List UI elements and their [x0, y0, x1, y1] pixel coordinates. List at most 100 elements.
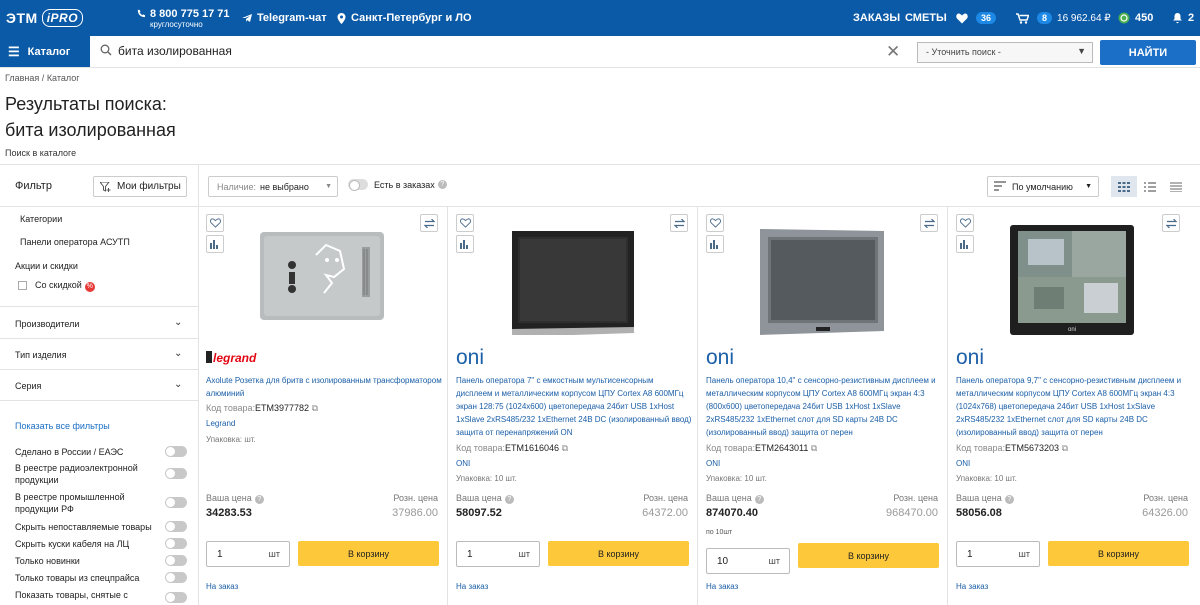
compare-button[interactable]: [670, 214, 688, 232]
toggle-new-only[interactable]: [165, 555, 187, 566]
quantity-input[interactable]: 10 шт: [706, 548, 790, 574]
refine-search-select[interactable]: - Уточнить поиск - ▼: [917, 42, 1093, 63]
catalog-button[interactable]: ☰ Каталог: [0, 36, 90, 67]
package-info: Упаковка: шт.: [206, 435, 256, 444]
discount-checkbox[interactable]: [18, 281, 27, 290]
oni-logo: oni: [956, 347, 984, 367]
manufacturer-link[interactable]: ONI: [706, 459, 720, 468]
toggle-industrial-registry[interactable]: [165, 497, 187, 508]
find-button[interactable]: НАЙТИ: [1100, 40, 1196, 65]
cart-total: 16 962.64 ₽: [1057, 12, 1111, 24]
search-in-catalog-link[interactable]: Поиск в каталоге: [5, 148, 76, 158]
analytics-button[interactable]: [206, 235, 224, 253]
telegram-label: Telegram-чат: [257, 12, 327, 24]
compare-button[interactable]: [1162, 214, 1180, 232]
sort-select[interactable]: По умолчанию ▼: [987, 176, 1099, 197]
quantity-unit: шт: [268, 549, 280, 559]
compact-view-button[interactable]: [1163, 176, 1189, 197]
series-section[interactable]: Серия: [15, 381, 41, 391]
product-type-section[interactable]: Тип изделия: [15, 350, 67, 360]
show-all-filters-link[interactable]: Показать все фильтры: [15, 421, 110, 431]
analytics-button[interactable]: [456, 235, 474, 253]
quantity-unit: шт: [768, 556, 780, 566]
product-image-shaver-socket[interactable]: [258, 217, 386, 335]
orders-link[interactable]: ЗАКАЗЫ: [853, 0, 900, 36]
help-icon[interactable]: ?: [1004, 495, 1014, 504]
breadcrumb-home[interactable]: Главная: [5, 73, 39, 83]
grid-view-button[interactable]: [1111, 176, 1137, 197]
help-icon[interactable]: ?: [504, 495, 514, 504]
telegram-link[interactable]: Telegram-чат: [242, 0, 327, 36]
clear-search-icon[interactable]: ✕: [886, 42, 900, 62]
manufacturer-link[interactable]: ONI: [956, 459, 970, 468]
favorite-button[interactable]: [206, 214, 224, 232]
availability-select[interactable]: Наличие: не выбрано ▼: [208, 176, 338, 197]
in-orders-toggle[interactable]: Есть в заказах?: [348, 179, 447, 191]
product-code-value: ETM2643011: [755, 443, 809, 453]
your-price-label: Ваша цена?: [206, 493, 264, 504]
your-price-label: Ваша цена?: [956, 493, 1014, 504]
quantity-input[interactable]: 1 шт: [206, 541, 290, 567]
copy-icon[interactable]: ⧉: [562, 443, 568, 453]
discount-filter[interactable]: Со скидкой%: [35, 280, 95, 292]
product-image-operator-panel[interactable]: [508, 217, 636, 335]
quantity-input[interactable]: 1 шт: [456, 541, 540, 567]
favorite-button[interactable]: [456, 214, 474, 232]
chevron-down-icon[interactable]: ⌄: [174, 348, 182, 359]
add-to-cart-button[interactable]: В корзину: [798, 543, 939, 568]
product-image-operator-panel[interactable]: [758, 217, 886, 335]
toggle-hide-unavailable[interactable]: [165, 521, 187, 532]
favorites-link[interactable]: 36: [956, 0, 997, 36]
copy-icon[interactable]: ⧉: [312, 403, 318, 413]
city-selector[interactable]: Санкт-Петербург и ЛО: [337, 0, 472, 36]
category-item[interactable]: Панели оператора АСУТП: [20, 237, 130, 247]
product-title[interactable]: Панель оператора 9,7" с сенсорно-резисти…: [956, 374, 1192, 439]
my-filters-button[interactable]: Мои фильтры: [93, 176, 187, 197]
search-input[interactable]: [118, 40, 878, 62]
product-code-label: Код товара:: [706, 443, 756, 453]
toggle-made-in-russia[interactable]: [165, 446, 187, 457]
manufacturer-link[interactable]: Legrand: [206, 419, 235, 428]
compare-button[interactable]: [420, 214, 438, 232]
your-price-label: Ваша цена?: [456, 493, 514, 504]
toggle-switch[interactable]: [348, 179, 368, 191]
toggle-discontinued[interactable]: [165, 592, 187, 603]
cart-link[interactable]: 8 16 962.64 ₽: [1016, 0, 1111, 36]
list-view-button[interactable]: [1137, 176, 1163, 197]
phone-number: 8 800 775 17 71: [150, 7, 230, 20]
quantity-input[interactable]: 1 шт: [956, 541, 1040, 567]
toggle-hide-cable-pieces[interactable]: [165, 538, 187, 549]
help-icon[interactable]: ?: [437, 180, 447, 189]
analytics-button[interactable]: [956, 235, 974, 253]
add-to-cart-button[interactable]: В корзину: [548, 541, 689, 566]
chevron-down-icon: ▼: [1077, 46, 1086, 56]
add-to-cart-button[interactable]: В корзину: [1048, 541, 1189, 566]
divider: [0, 164, 1200, 165]
product-title[interactable]: Axolute Розетка для бритв с изолированны…: [206, 374, 442, 400]
copy-icon[interactable]: ⧉: [811, 443, 817, 453]
toggle-special-price[interactable]: [165, 572, 187, 583]
add-to-cart-button[interactable]: В корзину: [298, 541, 439, 566]
bonus-link[interactable]: 450: [1118, 0, 1153, 36]
estimates-link[interactable]: СМЕТЫ: [905, 0, 947, 36]
product-title[interactable]: Панель оператора 7" с емкостным мультисе…: [456, 374, 692, 439]
toggle-radioelectronic-registry[interactable]: [165, 468, 187, 479]
breadcrumb-current[interactable]: Каталог: [47, 73, 80, 83]
compare-button[interactable]: [920, 214, 938, 232]
toggle-label: Скрыть куски кабеля на ЛЦ: [15, 539, 130, 549]
copy-icon[interactable]: ⧉: [1062, 443, 1068, 453]
logo[interactable]: ЭТМ iPRO: [6, 0, 84, 36]
chevron-down-icon[interactable]: ⌄: [174, 317, 182, 328]
product-title[interactable]: Панель оператора 10,4" с сенсорно-резист…: [706, 374, 942, 439]
chevron-down-icon[interactable]: ⌄: [174, 379, 182, 390]
product-image-operator-panel[interactable]: oni: [1008, 217, 1136, 335]
favorite-button[interactable]: [956, 214, 974, 232]
manufacturer-link[interactable]: ONI: [456, 459, 470, 468]
analytics-button[interactable]: [706, 235, 724, 253]
manufacturers-section[interactable]: Производители: [15, 319, 79, 329]
favorite-button[interactable]: [706, 214, 724, 232]
notifications-link[interactable]: 2: [1172, 0, 1194, 36]
phone-block[interactable]: 8 800 775 17 71 круглосуточно: [136, 0, 230, 36]
help-icon[interactable]: ?: [254, 495, 264, 504]
help-icon[interactable]: ?: [754, 495, 764, 504]
